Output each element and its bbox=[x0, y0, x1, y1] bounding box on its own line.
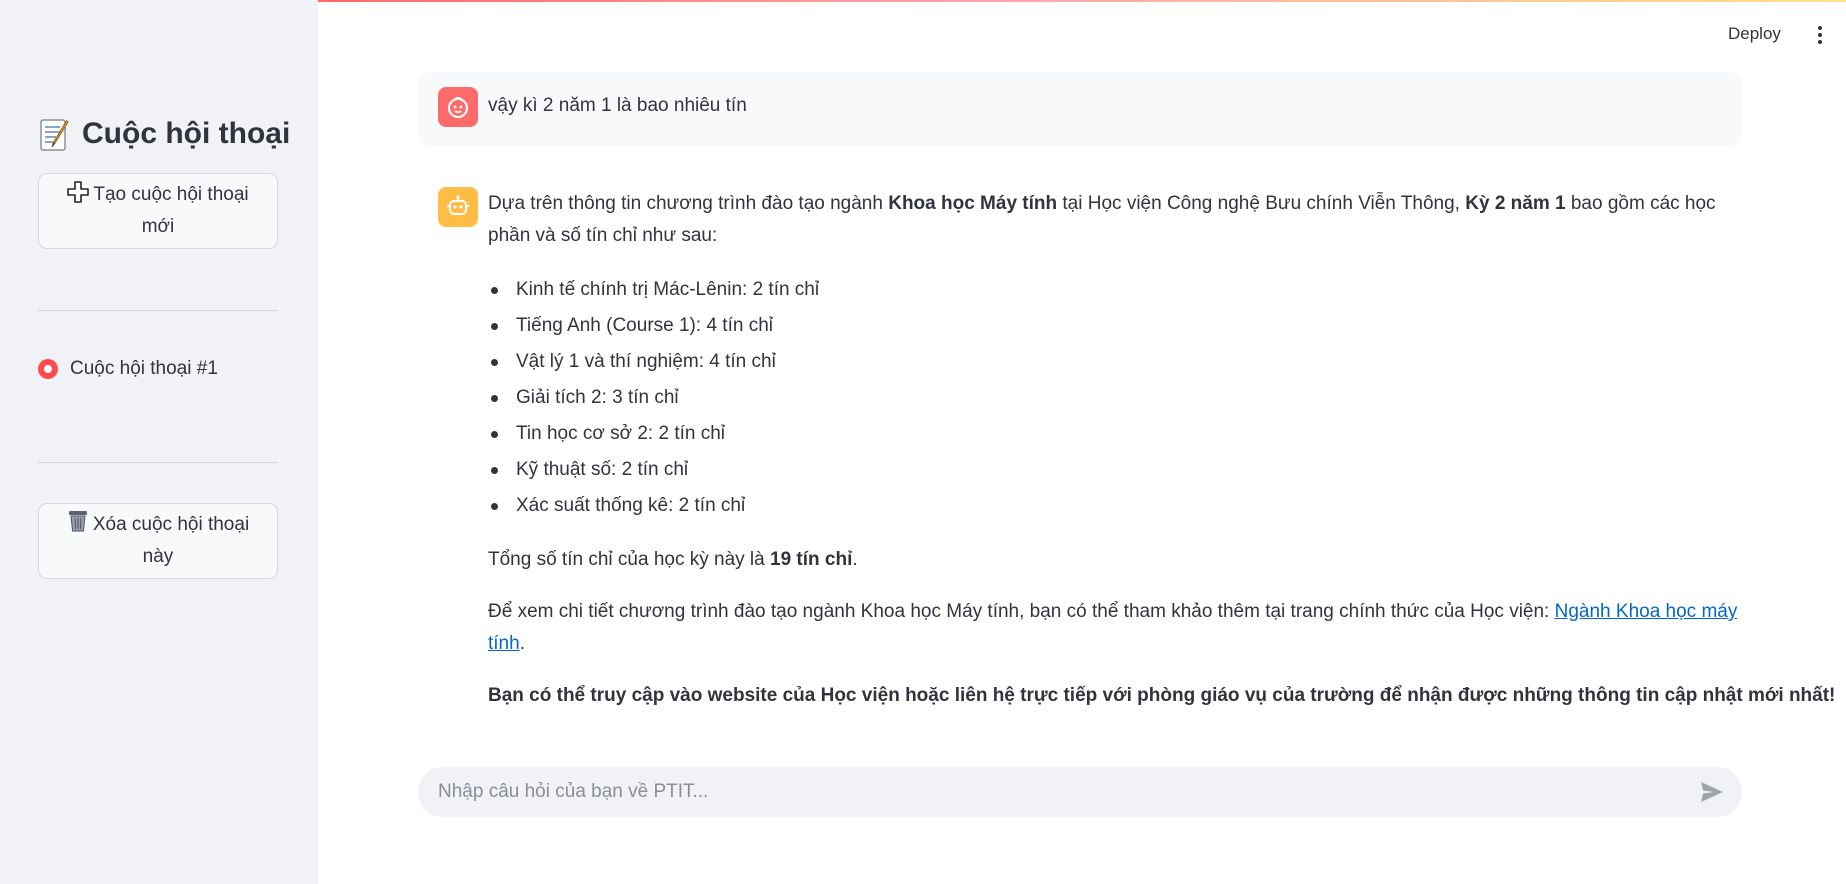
kebab-menu-icon[interactable] bbox=[1815, 26, 1825, 46]
chat-input[interactable] bbox=[438, 767, 1678, 817]
chat-input-container bbox=[418, 767, 1742, 817]
intro-text-mid: tại Học viện Công nghệ Bưu chính Viễn Th… bbox=[1057, 193, 1466, 214]
new-chat-label: Tạo cuộc hội thoại mới bbox=[93, 184, 249, 237]
trash-icon bbox=[68, 511, 87, 532]
intro-bold-major: Khoa học Máy tính bbox=[888, 193, 1058, 214]
detail-paragraph: Để xem chi tiết chương trình đào tạo ngà… bbox=[488, 596, 1740, 660]
course-item: Xác suất thống kê: 2 tín chỉ bbox=[488, 488, 1740, 524]
assistant-intro: Dựa trên thông tin chương trình đào tạo … bbox=[488, 188, 1740, 252]
course-item: Kỹ thuật số: 2 tín chỉ bbox=[488, 452, 1740, 488]
total-credits: Tổng số tín chỉ của học kỳ này là 19 tín… bbox=[488, 544, 1740, 576]
robot-icon bbox=[447, 195, 469, 215]
total-bold: 19 tín chỉ bbox=[770, 549, 853, 570]
intro-text: Dựa trên thông tin chương trình đào tạo … bbox=[488, 193, 889, 214]
course-item: Kinh tế chính trị Mác-Lênin: 2 tín chỉ bbox=[488, 272, 1740, 308]
user-face-icon bbox=[448, 97, 468, 118]
user-avatar bbox=[438, 87, 478, 127]
course-item: Tin học cơ sở 2: 2 tín chỉ bbox=[488, 416, 1740, 452]
user-message-text: vậy kì 2 năm 1 là bao nhiêu tín bbox=[488, 95, 747, 116]
assistant-message: Dựa trên thông tin chương trình đào tạo … bbox=[488, 188, 1835, 732]
send-icon[interactable] bbox=[1700, 781, 1724, 803]
course-item: Vật lý 1 và thí nghiệm: 4 tín chỉ bbox=[488, 344, 1740, 380]
delete-chat-label: Xóa cuộc hội thoại này bbox=[92, 514, 250, 567]
radio-selected[interactable] bbox=[38, 359, 58, 379]
course-list: Kinh tế chính trị Mác-Lênin: 2 tín chỉ T… bbox=[488, 272, 1740, 524]
total-text: Tổng số tín chỉ của học kỳ này là bbox=[488, 549, 770, 570]
course-item: Tiếng Anh (Course 1): 4 tín chỉ bbox=[488, 308, 1740, 344]
deploy-button[interactable]: Deploy bbox=[1728, 24, 1781, 44]
intro-bold-term: Kỳ 2 năm 1 bbox=[1465, 193, 1566, 214]
conversation-label: Cuộc hội thoại #1 bbox=[70, 358, 218, 379]
delete-chat-button[interactable]: Xóa cuộc hội thoại này bbox=[38, 503, 278, 579]
assistant-avatar bbox=[438, 187, 478, 227]
sidebar-divider bbox=[38, 462, 278, 463]
course-item: Giải tích 2: 3 tín chỉ bbox=[488, 380, 1740, 416]
total-punct: . bbox=[852, 549, 858, 570]
sidebar-divider bbox=[38, 310, 278, 311]
plus-icon bbox=[67, 181, 90, 203]
closing-note: Bạn có thể truy cập vào website của Học … bbox=[488, 685, 1836, 706]
new-chat-button[interactable]: Tạo cuộc hội thoại mới bbox=[38, 173, 278, 249]
memo-icon bbox=[40, 119, 69, 151]
detail-punct: . bbox=[519, 633, 525, 654]
sidebar-title-text: Cuộc hội thoại bbox=[82, 117, 291, 150]
conversation-item-1[interactable]: Cuộc hội thoại #1 bbox=[38, 358, 218, 380]
sidebar-title: Cuộc hội thoại bbox=[38, 116, 290, 152]
sidebar: Cuộc hội thoại Tạo cuộc hội thoại mới Cu… bbox=[0, 0, 318, 884]
detail-text: Để xem chi tiết chương trình đào tạo ngà… bbox=[488, 601, 1555, 622]
